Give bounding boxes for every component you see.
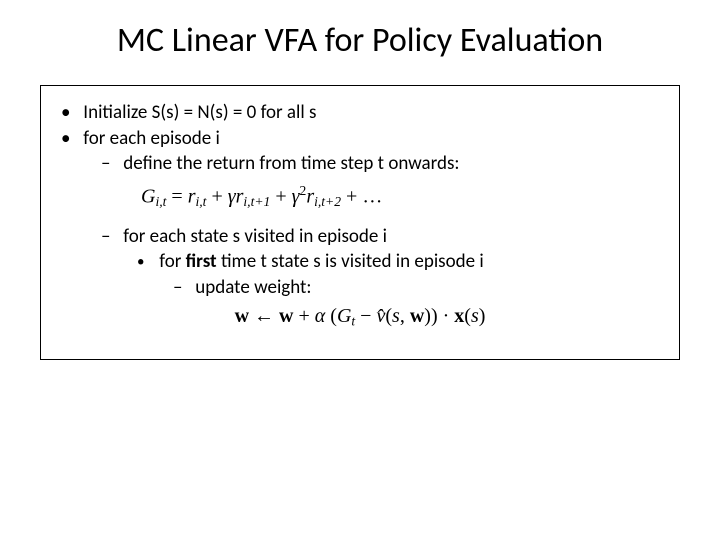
first-time-prefix: for [159,250,185,273]
sym-minus: − [355,305,376,327]
sym-dots: + … [341,185,382,207]
bullet-text: for each episode i [83,127,220,150]
sym-s2: s [471,305,479,327]
bullet-define-return: define the return from time step t onwar… [101,151,669,177]
sym-alpha: α [315,305,326,327]
sym-G: G [141,185,155,207]
sym-lp3: ( [464,305,471,327]
sym-rp3: ) [479,305,486,327]
bullet-first-time: for first time t state s is visited in e… [137,249,669,275]
sym-plus2: + [270,185,291,207]
first-time-suffix: time t state s is visited in episode i [217,250,484,273]
sub-it: i,t [155,194,166,209]
sym-lp2: ( [385,305,392,327]
first-time-bold: first [186,250,217,273]
sym-plus1: + [206,185,227,207]
sym-rp2: ) [424,305,431,327]
sym-rpar: ) · [431,305,454,327]
sym-Gt: G [337,305,351,327]
sub-it0: i,t [195,194,206,209]
bullet-initialize: Initialize S(s) = N(s) = 0 for all s [65,100,669,126]
bullet-text: for each state s visited in episode i [123,225,387,248]
sym-arrow: ← [249,305,279,327]
sym-plusw: + [293,305,314,327]
bullet-text: update weight: [195,276,311,299]
sym-s: s [392,305,400,327]
content-box: Initialize S(s) = N(s) = 0 for all s for… [40,85,680,360]
sym-r3: r [306,185,314,207]
bullet-text: define the return from time step t onwar… [123,152,459,175]
sym-gamma1: γ [228,185,236,207]
sym-vhat: v̂ [376,305,385,327]
bullet-update-weight: update weight: [173,275,669,301]
slide-title: MC Linear VFA for Policy Evaluation [40,20,680,61]
slide: MC Linear VFA for Policy Evaluation Init… [0,0,720,540]
sym-lpar: ( [325,305,337,327]
sym-comma: , [400,305,410,327]
sym-eq: = [166,185,187,207]
sub-it1: i,t+1 [243,194,270,209]
vec-w2: w [279,305,293,327]
vec-w1: w [235,305,249,327]
sub-it2: i,t+2 [314,194,341,209]
bullet-for-state: for each state s visited in episode i [101,224,669,250]
formula-return: Gi,t = ri,t + γri,t+1 + γ2ri,t+2 + … [141,183,669,210]
bullet-for-episode: for each episode i [65,126,669,152]
formula-weight: w ← w + α (Gt − v̂(s, w)) · x(s) [51,305,669,329]
bullet-text: Initialize S(s) = N(s) = 0 for all s [83,101,316,124]
vec-x: x [454,305,464,327]
vec-w3: w [410,305,424,327]
sym-gamma2: γ [292,185,300,207]
